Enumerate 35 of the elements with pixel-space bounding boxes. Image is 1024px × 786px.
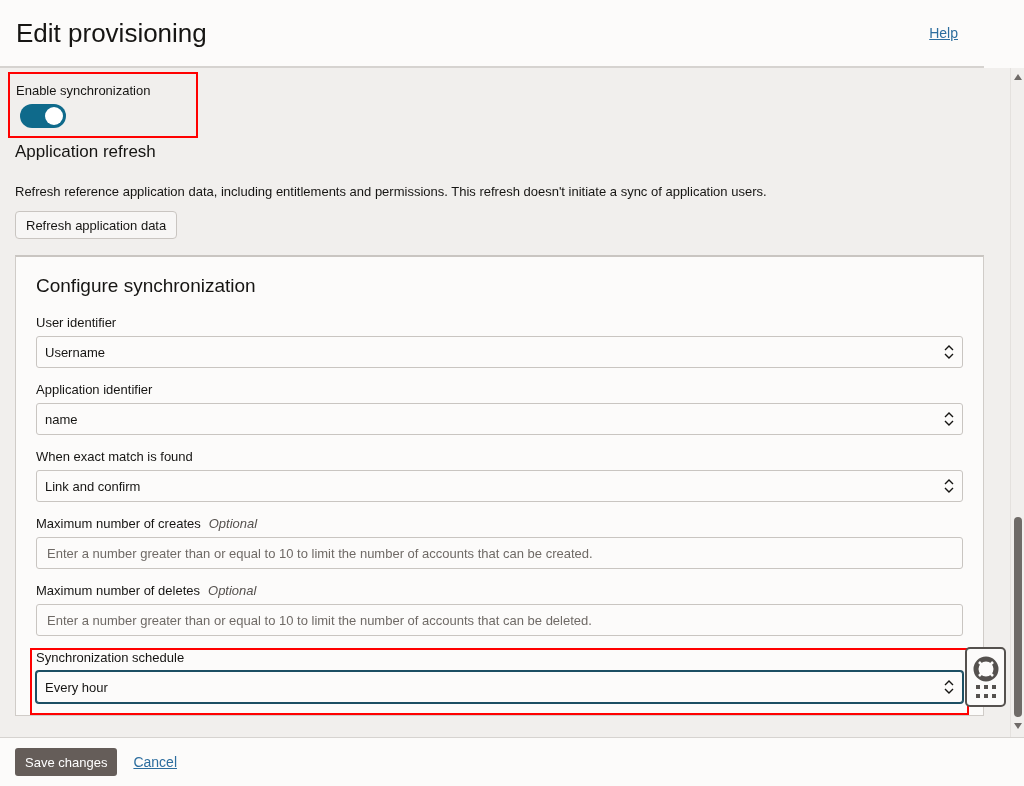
select-field[interactable]: Username <box>36 336 963 368</box>
input-field[interactable]: Enter a number greater than or equal to 10 to limit the number of accounts that can be created. <box>36 537 963 569</box>
scrollbar[interactable] <box>1010 68 1024 737</box>
lifebuoy-icon <box>972 656 999 682</box>
section-description: Refresh reference application data, including entitlements and permissions. This refresh doesn't initiate a sync of application users. <box>15 184 768 199</box>
refresh-button[interactable]: Refresh application data <box>15 211 178 239</box>
select-field[interactable]: Link and confirm <box>36 470 963 502</box>
field-label: Synchronization schedule <box>36 650 185 665</box>
scroll-up-icon[interactable] <box>1013 74 1022 80</box>
scrollbar-thumb[interactable] <box>1013 517 1022 717</box>
help-widget[interactable] <box>965 647 1006 707</box>
grid-icon <box>975 685 996 698</box>
field-label: Maximum number of deletes <box>36 583 200 598</box>
field-label: Maximum number of creates <box>36 516 201 531</box>
select-field[interactable]: name <box>36 403 963 435</box>
save-button[interactable]: Save changes <box>15 748 118 776</box>
scroll-down-icon[interactable] <box>1013 723 1022 729</box>
chevron-up-down-icon <box>944 680 954 694</box>
card-title: Configure synchronization <box>36 275 257 297</box>
help-link[interactable]: Help <box>929 25 958 41</box>
chevron-up-down-icon <box>944 412 954 426</box>
field-label: User identifier <box>36 315 117 330</box>
input-field[interactable]: Enter a number greater than or equal to 10 to limit the number of accounts that can be deleted. <box>36 604 963 636</box>
chevron-up-down-icon <box>944 345 954 359</box>
select-field[interactable]: Every hour <box>36 671 963 703</box>
section-title: Application refresh <box>15 142 157 162</box>
toggle-label: Enable synchronization <box>16 83 151 98</box>
field-label: Application identifier <box>36 382 153 397</box>
optional-hint: Optional <box>208 583 257 598</box>
chevron-up-down-icon <box>944 479 954 493</box>
optional-hint: Optional <box>208 516 258 531</box>
page-title: Edit provisioning <box>16 17 207 49</box>
field-label: When exact match is found <box>36 449 193 464</box>
toggle-switch[interactable] <box>20 104 66 128</box>
cancel-link[interactable]: Cancel <box>133 754 177 770</box>
